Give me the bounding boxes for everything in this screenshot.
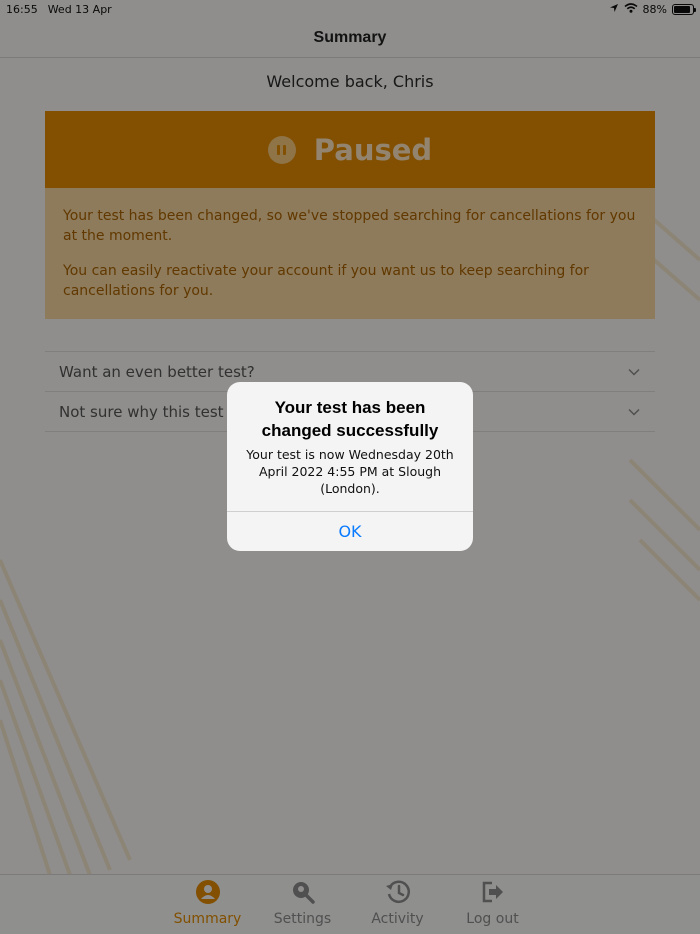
ok-button[interactable]: OK <box>227 511 473 551</box>
alert-dialog: Your test has been changed successfully … <box>227 382 473 551</box>
alert-message: Your test is now Wednesday 20th April 20… <box>246 447 454 496</box>
alert-title: Your test has been changed successfully <box>261 398 439 440</box>
